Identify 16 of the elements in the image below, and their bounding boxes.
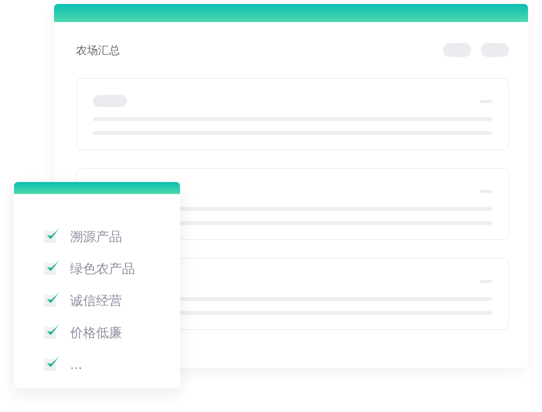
checkbox[interactable] xyxy=(44,231,56,243)
feature-label: 诚信经营 xyxy=(70,293,122,310)
feature-label: 溯源产品 xyxy=(70,229,122,246)
checkbox[interactable] xyxy=(44,295,56,307)
checkmark-icon xyxy=(45,227,60,242)
checkmark-icon xyxy=(45,355,60,370)
feature-label: ... xyxy=(70,358,82,372)
checkmark-icon xyxy=(45,259,60,274)
feature-label: 绿色农产品 xyxy=(70,261,135,278)
checkmark-icon xyxy=(45,291,60,306)
checkmark-icon xyxy=(45,323,60,338)
checkbox[interactable] xyxy=(44,263,56,275)
feature-label: 价格低廉 xyxy=(70,325,122,342)
checkbox[interactable] xyxy=(44,327,56,339)
window-title: 农场汇总 xyxy=(76,42,120,58)
checkbox[interactable] xyxy=(44,359,56,371)
